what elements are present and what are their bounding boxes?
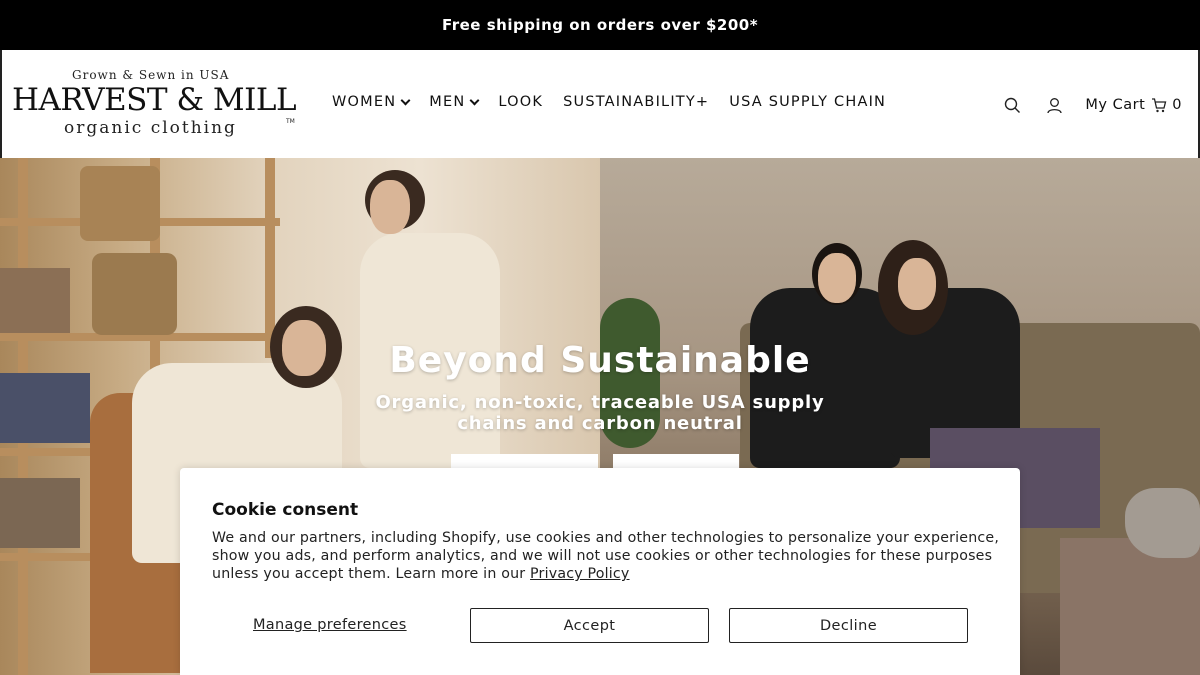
nav-item-usa-supply-chain[interactable]: USA SUPPLY CHAIN [729,94,886,110]
cookie-body: We and our partners, including Shopify, … [212,529,1002,583]
logo-brand-name: HARVEST & MILL [12,82,297,118]
account-button[interactable] [1043,94,1065,116]
hero-title: Beyond Sustainable [389,340,811,381]
chevron-down-icon [469,95,480,105]
nav-label: WOMEN [332,94,397,110]
logo-tagline-top: Grown & Sewn in USA [72,68,230,82]
cookie-consent-banner: Cookie consent We and our partners, incl… [180,468,1020,675]
announcement-text: Free shipping on orders over $200* [441,16,759,34]
nav-label: MEN [429,94,466,110]
manage-preferences-button[interactable]: Manage preferences [253,617,407,633]
nav-item-sustainability[interactable]: SUSTAINABILITY+ [563,94,709,110]
accept-button[interactable]: Accept [470,608,709,643]
logo-tagline-bottom: organic clothing [64,118,237,138]
user-icon [1047,97,1062,113]
chevron-down-icon [400,95,411,105]
search-button[interactable] [1001,94,1023,116]
brand-logo[interactable]: Grown & Sewn in USA HARVEST & MILL organ… [12,66,302,146]
cart-count: 0 [1172,97,1182,113]
hero-subtitle: Organic, non-toxic, traceable USA supply… [375,392,825,434]
privacy-policy-link[interactable]: Privacy Policy [530,566,630,582]
nav-item-women[interactable]: WOMEN [332,94,411,110]
main-nav: WOMEN MEN LOOK SUSTAINABILITY+ USA SUPPL… [332,94,906,110]
announcement-bar: Free shipping on orders over $200* [0,0,1200,50]
logo-trademark: TM [286,118,295,125]
nav-item-men[interactable]: MEN [429,94,480,110]
cart-button[interactable]: My Cart 0 [1085,97,1182,113]
nav-label: SUSTAINABILITY+ [563,94,710,110]
nav-item-look[interactable]: LOOK [498,94,543,110]
cookie-title: Cookie consent [212,500,359,520]
header-actions: My Cart 0 [1001,94,1182,116]
nav-label: LOOK [498,94,544,110]
nav-label: USA SUPPLY CHAIN [729,94,887,110]
search-icon [1004,97,1020,113]
decline-button[interactable]: Decline [729,608,968,643]
cart-label: My Cart [1085,97,1146,113]
site-header: Grown & Sewn in USA HARVEST & MILL organ… [0,50,1200,158]
shopping-cart-icon [1152,98,1167,113]
